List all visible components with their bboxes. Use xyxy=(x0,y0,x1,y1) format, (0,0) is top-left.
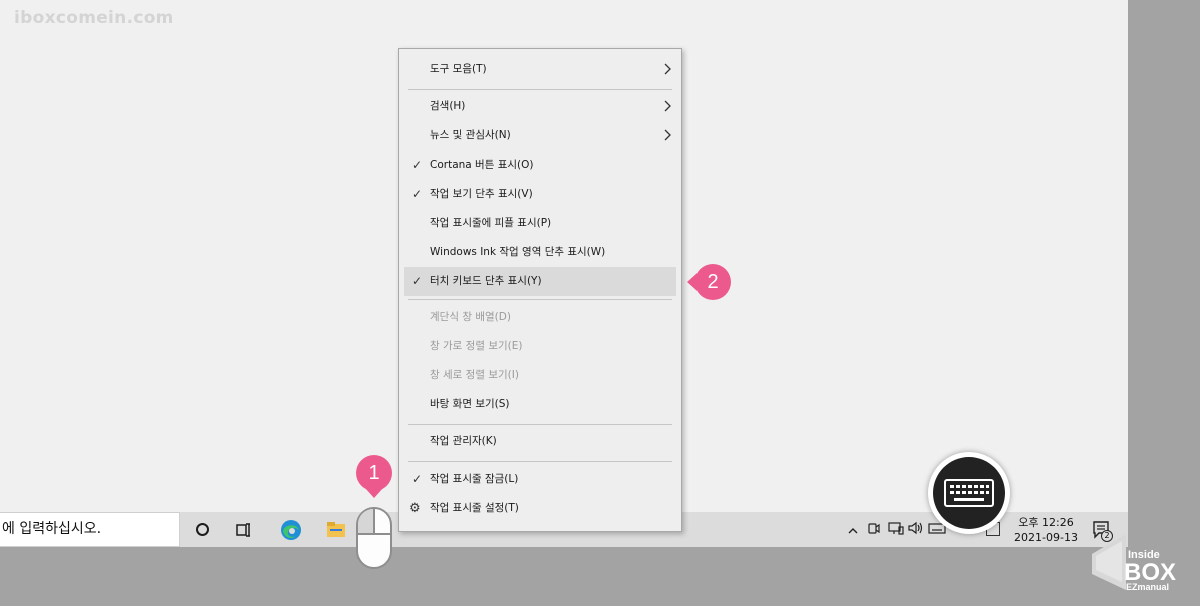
menu-item[interactable]: 작업 표시줄에 피플 표시(P) xyxy=(404,209,676,238)
chevron-right-icon xyxy=(664,129,671,141)
file-explorer-icon[interactable] xyxy=(318,512,354,547)
menu-item-label: 계단식 창 배열(D) xyxy=(430,311,511,323)
chevron-up-icon[interactable] xyxy=(846,523,860,537)
network-icon[interactable] xyxy=(888,521,908,538)
menu-item[interactable]: 도구 모음(T) xyxy=(404,55,676,84)
menu-item-label: 터치 키보드 단추 표시(Y) xyxy=(430,275,542,287)
keyboard-icon xyxy=(944,479,994,507)
menu-item-label: 작업 관리자(K) xyxy=(430,435,497,447)
taskbar-search-box[interactable]: 에 입력하십시오. xyxy=(0,512,180,547)
menu-item: 계단식 창 배열(D) xyxy=(404,303,676,332)
taskbar-context-menu: 도구 모음(T) 검색(H) 뉴스 및 관심사(N) ✓ Cortana 버튼 표시(O… xyxy=(398,48,682,532)
menu-item[interactable]: ⚙ 작업 표시줄 설정(T) xyxy=(404,494,676,523)
checkmark-icon: ✓ xyxy=(411,274,423,288)
checkmark-icon: ✓ xyxy=(411,472,423,486)
menu-separator xyxy=(408,299,672,300)
menu-item-label: Windows Ink 작업 영역 단추 표시(W) xyxy=(430,246,606,258)
menu-item[interactable]: Windows Ink 작업 영역 단추 표시(W) xyxy=(404,238,676,267)
menu-item: 창 가로 정렬 보기(E) xyxy=(404,332,676,361)
step-badge-2: 2 xyxy=(695,264,731,300)
insidebox-logo: Inside BOX EZmanual xyxy=(1092,524,1188,594)
task-view-icon[interactable] xyxy=(226,512,262,547)
step-badge-1: 1 xyxy=(356,455,392,491)
menu-item[interactable]: 뉴스 및 관심사(N) xyxy=(404,121,676,150)
menu-item-label: 도구 모음(T) xyxy=(430,63,487,75)
menu-item[interactable]: ✓ 터치 키보드 단추 표시(Y) xyxy=(404,267,676,296)
menu-item[interactable]: ✓ 작업 표시줄 잠금(L) xyxy=(404,465,676,494)
checkmark-icon: ✓ xyxy=(411,158,423,172)
touch-keyboard-magnified xyxy=(928,452,1010,534)
menu-separator xyxy=(408,424,672,425)
system-tray xyxy=(846,512,948,547)
edge-icon[interactable] xyxy=(273,512,309,547)
chevron-right-icon xyxy=(664,63,671,75)
menu-item[interactable]: ✓ 작업 보기 단추 표시(V) xyxy=(404,180,676,209)
menu-item-label: 창 가로 정렬 보기(E) xyxy=(430,340,523,352)
svg-text:EZmanual: EZmanual xyxy=(1126,582,1169,592)
mouse-icon xyxy=(356,507,392,569)
menu-item-label: Cortana 버튼 표시(O) xyxy=(430,159,534,171)
frame-bottom xyxy=(0,547,1200,606)
menu-item[interactable]: ✓ Cortana 버튼 표시(O) xyxy=(404,151,676,180)
menu-separator xyxy=(408,89,672,90)
menu-item-label: 창 세로 정렬 보기(I) xyxy=(430,369,519,381)
frame-right xyxy=(1128,0,1200,606)
menu-item-label: 검색(H) xyxy=(430,100,466,112)
clock-time: 오후 12:26 xyxy=(1018,516,1074,529)
menu-item-label: 바탕 화면 보기(S) xyxy=(430,398,510,410)
watermark: iboxcomein.com xyxy=(14,8,174,28)
cortana-icon[interactable] xyxy=(184,512,220,547)
menu-item[interactable]: 바탕 화면 보기(S) xyxy=(404,390,676,419)
menu-item-label: 작업 표시줄에 피플 표시(P) xyxy=(430,217,552,229)
menu-item-label: 뉴스 및 관심사(N) xyxy=(430,129,511,141)
taskbar-clock[interactable]: 오후 12:26 2021-09-13 xyxy=(1008,515,1084,545)
clock-date: 2021-09-13 xyxy=(1014,531,1078,544)
meet-now-icon[interactable] xyxy=(868,521,888,538)
gear-icon: ⚙ xyxy=(409,501,421,516)
menu-item[interactable]: 작업 관리자(K) xyxy=(404,427,676,456)
checkmark-icon: ✓ xyxy=(411,187,423,201)
volume-icon[interactable] xyxy=(908,521,928,538)
menu-item: 창 세로 정렬 보기(I) xyxy=(404,361,676,390)
menu-item[interactable]: 검색(H) xyxy=(404,92,676,121)
menu-item-label: 작업 표시줄 설정(T) xyxy=(430,502,519,514)
menu-item-label: 작업 보기 단추 표시(V) xyxy=(430,188,533,200)
chevron-right-icon xyxy=(664,100,671,112)
menu-separator xyxy=(408,461,672,462)
menu-item-label: 작업 표시줄 잠금(L) xyxy=(430,473,519,485)
